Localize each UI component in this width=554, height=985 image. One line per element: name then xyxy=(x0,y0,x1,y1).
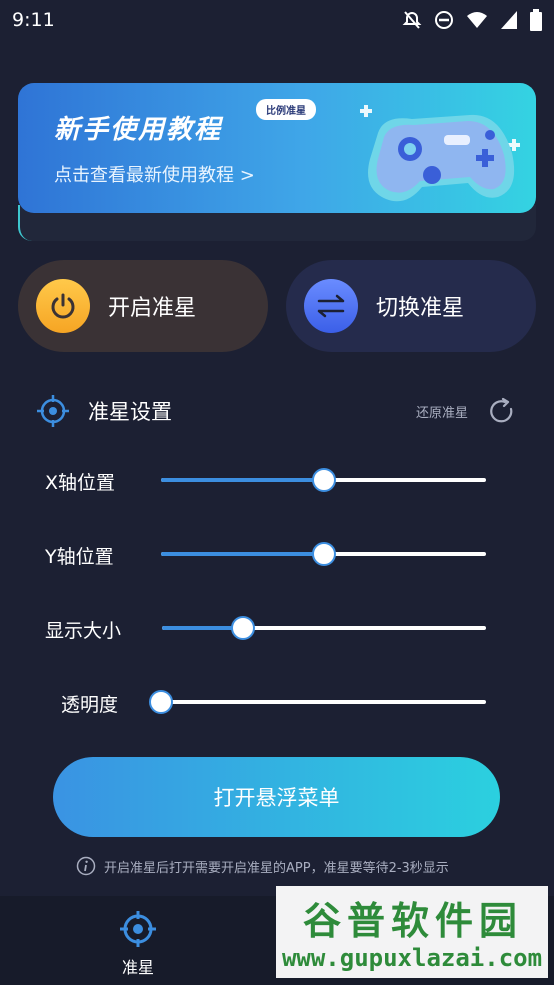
bell-off-icon xyxy=(402,11,422,29)
nav-label: 准星 xyxy=(121,958,154,977)
slider-label: X轴位置 xyxy=(45,472,116,494)
open-floating-menu-label: 打开悬浮菜单 xyxy=(213,786,340,810)
watermark-url: www.gupuxlazai.com xyxy=(281,944,543,972)
crosshair-icon xyxy=(37,395,69,427)
switch-crosshair-button[interactable]: 切换准星 xyxy=(286,260,536,352)
slider-label: 显示大小 xyxy=(45,620,122,642)
hint-text: 开启准星后打开需要开启准星的APP，准星要等待2-3秒显示 xyxy=(104,860,449,876)
size-slider[interactable] xyxy=(162,616,486,640)
signal-icon xyxy=(501,11,517,29)
slider-label: 透明度 xyxy=(61,694,119,716)
status-bar: 9:11 xyxy=(0,0,554,40)
crosshair-settings-header: 准星设置 还原准星 xyxy=(36,392,516,430)
crosshair-icon xyxy=(120,911,156,947)
battery-icon xyxy=(530,9,542,31)
slider-fill xyxy=(161,552,324,556)
dnd-icon xyxy=(435,11,453,29)
banner-subtitle: 点击查看最新使用教程 > xyxy=(54,165,255,186)
slider-thumb[interactable] xyxy=(312,542,336,566)
watermark: 谷普软件园 www.gupuxlazai.com xyxy=(276,886,548,978)
enable-crosshair-label: 开启准星 xyxy=(108,296,197,321)
swap-arrows-icon xyxy=(304,279,358,333)
tutorial-banner[interactable]: 新手使用教程 比例准星 点击查看最新使用教程 > xyxy=(18,83,536,213)
slider-label: Y轴位置 xyxy=(45,546,114,568)
slider-fill xyxy=(161,478,324,482)
slider-thumb[interactable] xyxy=(231,616,255,640)
x-position-slider-row: X轴位置 xyxy=(0,460,554,500)
enable-crosshair-button[interactable]: 开启准星 xyxy=(18,260,268,352)
y-position-slider-row: Y轴位置 xyxy=(0,534,554,574)
refresh-icon[interactable] xyxy=(488,397,516,425)
info-icon xyxy=(76,856,96,876)
reset-crosshair-link[interactable]: 还原准星 xyxy=(416,402,468,421)
hint-text-row: 开启准星后打开需要开启准星的APP，准星要等待2-3秒显示 xyxy=(76,854,449,878)
open-floating-menu-button[interactable]: 打开悬浮菜单 xyxy=(53,757,500,837)
slider-thumb[interactable] xyxy=(312,468,336,492)
slider-thumb[interactable] xyxy=(149,690,173,714)
wifi-icon xyxy=(467,12,487,28)
status-time: 9:11 xyxy=(12,9,55,31)
gamepad-icon xyxy=(360,105,520,202)
x-position-slider[interactable] xyxy=(161,468,486,492)
watermark-text: 谷普软件园 xyxy=(302,899,523,943)
opacity-slider[interactable] xyxy=(149,690,486,714)
opacity-slider-row: 透明度 xyxy=(0,682,554,722)
power-icon xyxy=(36,279,90,333)
switch-crosshair-label: 切换准星 xyxy=(376,296,465,321)
banner-title: 新手使用教程 xyxy=(54,115,223,145)
size-slider-row: 显示大小 xyxy=(0,608,554,648)
y-position-slider[interactable] xyxy=(161,542,486,566)
nav-item-crosshair[interactable]: 准星 xyxy=(96,910,180,980)
banner-badge: 比例准星 xyxy=(256,99,316,120)
status-icons xyxy=(402,9,542,31)
section-title: 准星设置 xyxy=(88,400,172,424)
